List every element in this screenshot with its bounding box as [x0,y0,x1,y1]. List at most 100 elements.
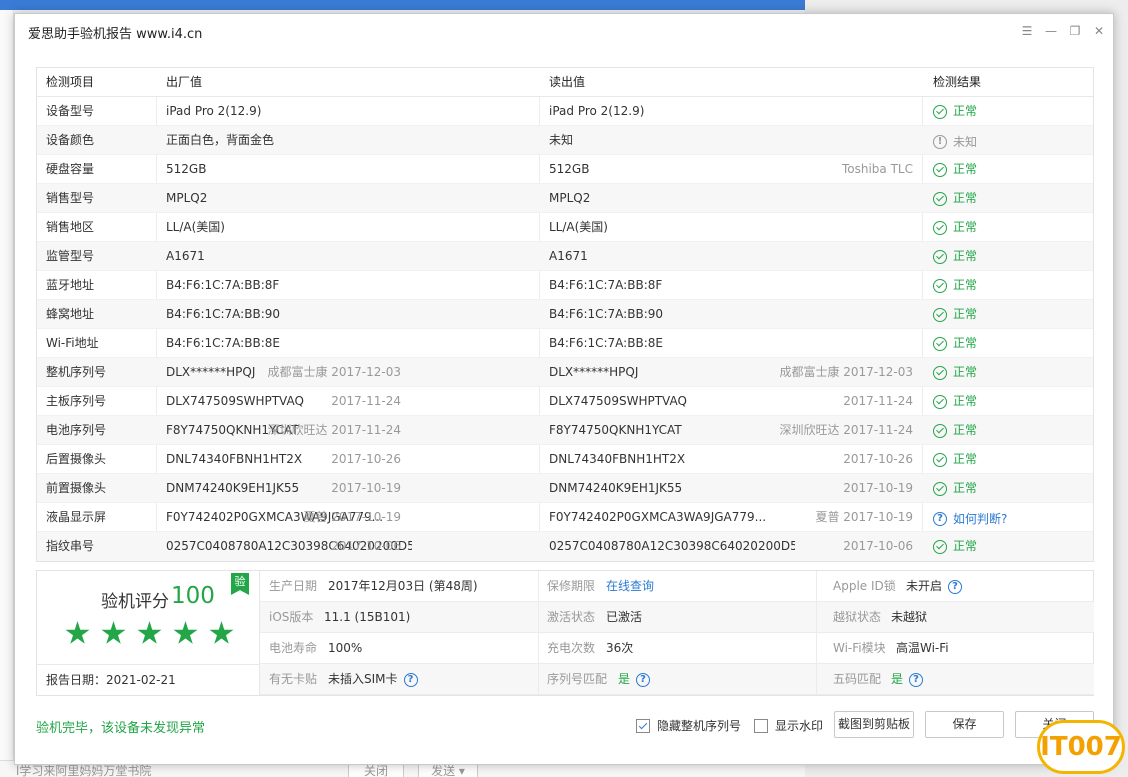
read-note: 2017-10-19 [843,481,913,495]
result-text: 正常 [953,307,978,321]
star-icon [65,621,90,644]
check-circle-icon [933,336,947,351]
table-row: 销售地区 LL/A(美国) LL/A(美国) 正常 [37,213,1093,242]
factory-note: 2017-10-19 [331,481,401,495]
serial-match: 是? [618,664,651,695]
result-text: 正常 [953,394,978,408]
factory-note: 成都富士康 2017-12-03 [267,365,401,379]
result-cell: 正常 [933,445,1093,474]
watermark-checkbox[interactable]: 显示水印 [754,717,823,734]
result-text: 正常 [953,162,978,176]
check-circle-icon [933,365,947,380]
table-row: 设备颜色 正面白色，背面金色 未知! 未知 [37,126,1093,155]
report-date: 报告日期：2021-02-21 [37,665,260,695]
check-circle-icon [933,539,947,554]
report-dialog: 爱思助手验机报告 www.i4.cn ☰ — ❐ ✕ 检测项目 出厂值 读出值 … [14,13,1114,765]
factory-note: 2017-10-06 [331,539,401,553]
info-label: Wi-Fi模块 [833,641,886,655]
item-name: Wi-Fi地址 [46,336,99,350]
info-grid: 生产日期 2017年12月03日 (第48周) 保修期限 在线查询 Apple … [260,571,1094,695]
question-circle-icon: ? [933,512,947,526]
item-name: 液晶显示屏 [46,510,107,524]
help-icon[interactable]: ? [948,579,963,594]
result-text: 正常 [953,220,978,234]
result-text: 正常 [953,452,978,466]
info-label: 充电次数 [547,641,596,655]
read-note: 2017-10-26 [843,452,913,466]
hide-serial-checkbox[interactable]: 隐藏整机序列号 [636,717,741,734]
background-titlebar [0,0,805,10]
score-value: 100 [171,583,215,609]
result-text: 正常 [953,249,978,263]
item-name: 指纹串号 [46,539,95,553]
factory-value: B4:F6:1C:7A:BB:8E [166,336,280,350]
table-row: 设备型号 iPad Pro 2(12.9) iPad Pro 2(12.9) 正常 [37,97,1093,126]
result-cell[interactable]: ? 如何判断? [933,503,1093,532]
result-text: 正常 [953,423,978,437]
info-row: 有无卡贴 未插入SIM卡? 序列号匹配 是? 五码匹配 是? [260,664,1094,695]
info-row: iOS版本 11.1 (15B101) 激活状态 已激活 越狱状态 未越狱 [260,602,1094,633]
read-value: DLX747509SWHPTVAQ [549,394,687,408]
read-value: MPLQ2 [549,191,591,205]
factory-value: B4:F6:1C:7A:BB:8F [166,278,280,292]
result-text: 正常 [953,336,978,350]
help-icon[interactable]: ? [403,672,418,687]
it007-logo: IT007 [1037,720,1125,774]
summary-panel: 验机评分 100 验 报告日期：2021-02-21 生产日期 2017年12月… [36,570,1094,696]
help-icon[interactable]: ? [636,672,651,687]
read-value: F0Y742402P0GXMCA3WA9JGA779... [549,510,767,524]
score-label: 验机评分 [101,592,169,612]
menu-icon[interactable]: ☰ [1018,22,1036,40]
checkbox-box[interactable] [754,718,768,733]
result-cell: 正常 [933,300,1093,329]
check-circle-icon [933,220,947,235]
result-cell: 正常 [933,532,1093,561]
header-read: 读出值 [549,75,586,89]
result-cell: 正常 [933,358,1093,387]
wifi-module: 高温Wi-Fi [896,641,949,655]
sim-status: 未插入SIM卡? [328,664,418,695]
read-note: 2017-10-06 [843,539,913,553]
factory-note: 深圳欣旺达 2017-11-24 [267,423,401,437]
table-row: 指纹串号 0257C0408780A12C30398C64020200D5 2017… [37,532,1093,561]
table-row: 销售型号 MPLQ2 MPLQ2 正常 [37,184,1093,213]
help-icon[interactable]: ? [909,672,924,687]
table-row: 电池序列号 F8Y74750QKNH1YCAT 深圳欣旺达 2017-11-24 F8… [37,416,1093,445]
info-label: 有无卡贴 [269,672,318,686]
result-cell: ! 未知 [933,126,1093,155]
screenshot-button[interactable]: 截图到剪贴板 [834,711,914,738]
check-circle-icon [933,481,947,496]
table-row: 蓝牙地址 B4:F6:1C:7A:BB:8F B4:F6:1C:7A:BB:8F 正常 [37,271,1093,300]
warranty-link[interactable]: 在线查询 [606,571,654,602]
star-icon [101,621,126,644]
item-name: 前置摄像头 [46,481,107,495]
read-note: Toshiba TLC [841,162,913,176]
header-result: 检测结果 [933,75,982,89]
check-circle-icon [933,394,947,409]
result-text: 正常 [953,539,978,553]
read-value: iPad Pro 2(12.9) [549,104,645,118]
item-name: 电池序列号 [46,423,107,437]
table-row: 硬盘容量 512GB 512GB Toshiba TLC 正常 [37,155,1093,184]
restore-icon[interactable]: ❐ [1066,22,1084,40]
table-row: 监管型号 A1671 A1671 正常 [37,242,1093,271]
table-header: 检测项目 出厂值 读出值 检测结果 [37,68,1093,97]
result-text: 正常 [953,104,978,118]
result-cell: 正常 [933,329,1093,358]
info-label: Apple ID锁 [833,579,896,593]
info-label: 激活状态 [547,610,596,624]
minimize-icon[interactable]: — [1042,22,1060,40]
checkbox-box[interactable] [636,718,650,733]
check-circle-icon [933,104,947,119]
close-icon[interactable]: ✕ [1090,22,1108,40]
read-value: B4:F6:1C:7A:BB:90 [549,307,663,321]
background-sidebar [0,10,14,777]
table-row: 蜂窝地址 B4:F6:1C:7A:BB:90 B4:F6:1C:7A:BB:90 正常 [37,300,1093,329]
ios-version: 11.1 (15B101) [324,610,411,624]
factory-note: 2017-10-26 [331,452,401,466]
result-text[interactable]: 如何判断? [953,505,1007,533]
factory-value: A1671 [166,249,205,263]
save-button[interactable]: 保存 [925,711,1004,738]
check-circle-icon [933,423,947,438]
info-label: 生产日期 [269,579,318,593]
